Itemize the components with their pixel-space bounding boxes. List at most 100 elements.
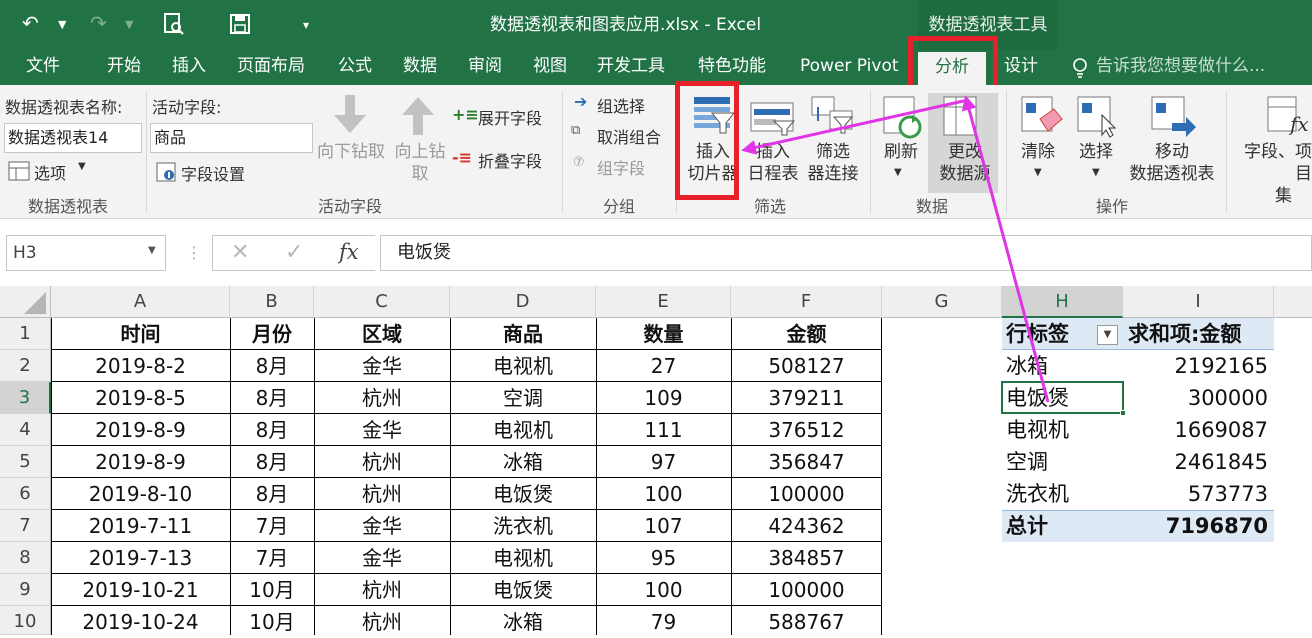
table-cell[interactable]: 10月 [230, 574, 314, 606]
undo-dropdown-icon[interactable]: ▼ [58, 2, 66, 48]
table-header-cell[interactable]: 时间 [51, 318, 230, 350]
row-header-1[interactable]: 1 [0, 318, 51, 350]
table-cell[interactable]: 376512 [731, 414, 882, 446]
tab-developer[interactable]: 开发工具 [597, 50, 665, 85]
table-cell[interactable]: 2019-8-9 [51, 446, 230, 478]
column-header-e[interactable]: E [596, 286, 731, 318]
customize-qat-icon[interactable]: ▾ [303, 2, 309, 48]
table-cell[interactable]: 金华 [314, 510, 450, 542]
table-cell[interactable]: 2019-8-10 [51, 478, 230, 510]
table-cell[interactable]: 27 [596, 350, 731, 382]
table-cell[interactable]: 电饭煲 [450, 574, 596, 606]
column-header-h[interactable]: H [1002, 286, 1123, 318]
tab-view[interactable]: 视图 [533, 50, 567, 85]
table-cell[interactable]: 杭州 [314, 574, 450, 606]
table-cell[interactable]: 8月 [230, 382, 314, 414]
active-field-input[interactable]: 商品 [150, 123, 313, 153]
fields-items-sets-button[interactable]: 字段、项目 集 [1230, 141, 1312, 207]
row-header-5[interactable]: 5 [0, 446, 51, 478]
column-header-i[interactable]: I [1123, 286, 1274, 318]
options-button[interactable]: 选项 [34, 160, 66, 184]
move-pivottable-button[interactable]: 移动 数据透视表 [1122, 141, 1222, 185]
table-cell[interactable]: 8月 [230, 446, 314, 478]
table-cell[interactable]: 100 [596, 478, 731, 510]
table-cell[interactable]: 金华 [314, 414, 450, 446]
column-header-b[interactable]: B [230, 286, 314, 318]
table-cell[interactable]: 10月 [230, 606, 314, 638]
table-cell[interactable]: 95 [596, 542, 731, 574]
column-header-d[interactable]: D [450, 286, 596, 318]
table-cell[interactable]: 109 [596, 382, 731, 414]
tab-special[interactable]: 特色功能 [698, 50, 766, 85]
active-cell-selection[interactable] [1001, 381, 1124, 414]
expand-field-button[interactable]: 展开字段 [478, 105, 542, 129]
name-box[interactable]: H3 [6, 235, 166, 271]
tab-design[interactable]: 设计 [1004, 50, 1038, 85]
tell-me-search[interactable]: 告诉我您想要做什么... [1096, 50, 1265, 85]
group-field-button[interactable]: 组字段 [597, 155, 645, 179]
row-header-8[interactable]: 8 [0, 542, 51, 574]
table-cell[interactable]: 电视机 [450, 350, 596, 382]
clear-button[interactable]: 清除 [1012, 141, 1064, 163]
table-cell[interactable]: 空调 [450, 382, 596, 414]
table-cell[interactable]: 7月 [230, 542, 314, 574]
tab-insert[interactable]: 插入 [172, 50, 206, 85]
table-cell[interactable]: 384857 [731, 542, 882, 574]
table-cell[interactable]: 2019-8-9 [51, 414, 230, 446]
save-icon[interactable] [229, 13, 251, 35]
table-cell[interactable]: 8月 [230, 350, 314, 382]
column-header-c[interactable]: C [314, 286, 450, 318]
select-button[interactable]: 选择 [1070, 141, 1122, 163]
pivot-row-value[interactable]: 2461845 [1123, 446, 1268, 478]
table-cell[interactable]: 冰箱 [450, 446, 596, 478]
row-header-10[interactable]: 10 [0, 606, 51, 635]
table-cell[interactable]: 2019-8-2 [51, 350, 230, 382]
tab-review[interactable]: 审阅 [468, 50, 502, 85]
insert-function-icon[interactable]: fx [339, 240, 359, 264]
table-cell[interactable]: 冰箱 [450, 606, 596, 638]
pivot-row-label[interactable]: 空调 [1006, 446, 1048, 478]
pivot-row-value[interactable]: 2192165 [1123, 350, 1268, 382]
select-all-corner[interactable] [0, 286, 51, 318]
pivot-row-label[interactable]: 电视机 [1006, 414, 1069, 446]
table-header-cell[interactable]: 商品 [450, 318, 596, 350]
table-cell[interactable]: 8月 [230, 414, 314, 446]
row-header-7[interactable]: 7 [0, 510, 51, 542]
print-preview-icon[interactable] [162, 12, 184, 36]
table-cell[interactable]: 电饭煲 [450, 478, 596, 510]
redo-dropdown-icon[interactable]: ▼ [125, 2, 133, 48]
group-selection-button[interactable]: 组选择 [597, 93, 645, 117]
pivot-row-value[interactable]: 1669087 [1123, 414, 1268, 446]
row-header-4[interactable]: 4 [0, 414, 51, 446]
table-cell[interactable]: 杭州 [314, 446, 450, 478]
pivot-row-value[interactable]: 573773 [1123, 478, 1268, 510]
table-cell[interactable]: 100000 [731, 574, 882, 606]
table-header-cell[interactable]: 月份 [230, 318, 314, 350]
pivot-row-value[interactable]: 300000 [1123, 382, 1268, 414]
table-cell[interactable]: 2019-10-21 [51, 574, 230, 606]
table-cell[interactable]: 107 [596, 510, 731, 542]
worksheet-grid[interactable]: A B C D E F G H I 1 2 3 4 5 6 7 8 9 10 时… [0, 286, 1312, 635]
drill-up-button[interactable]: 向上钻 取 [390, 141, 450, 185]
column-header-j[interactable] [1274, 286, 1312, 318]
insert-timeline-button[interactable]: 插入 日程表 [744, 141, 802, 185]
collapse-field-button[interactable]: 折叠字段 [478, 148, 542, 172]
table-cell[interactable]: 100 [596, 574, 731, 606]
table-cell[interactable]: 2019-7-13 [51, 542, 230, 574]
name-box-dropdown-icon[interactable]: ▼ [148, 245, 156, 256]
table-header-cell[interactable]: 金额 [731, 318, 882, 350]
filter-connections-button[interactable]: 筛选 器连接 [802, 141, 864, 185]
table-cell[interactable]: 杭州 [314, 606, 450, 638]
table-cell[interactable]: 2019-8-5 [51, 382, 230, 414]
table-cell[interactable]: 电视机 [450, 542, 596, 574]
clear-dropdown-icon[interactable]: ▼ [1034, 167, 1042, 178]
column-header-a[interactable]: A [51, 286, 230, 318]
table-header-cell[interactable]: 数量 [596, 318, 731, 350]
table-cell[interactable]: 97 [596, 446, 731, 478]
tab-file[interactable]: 文件 [26, 50, 60, 85]
formula-input[interactable]: 电饭煲 [380, 235, 1312, 271]
options-dropdown-icon[interactable]: ▼ [78, 161, 86, 172]
tab-home[interactable]: 开始 [107, 50, 141, 85]
table-cell[interactable]: 金华 [314, 350, 450, 382]
table-cell[interactable]: 379211 [731, 382, 882, 414]
